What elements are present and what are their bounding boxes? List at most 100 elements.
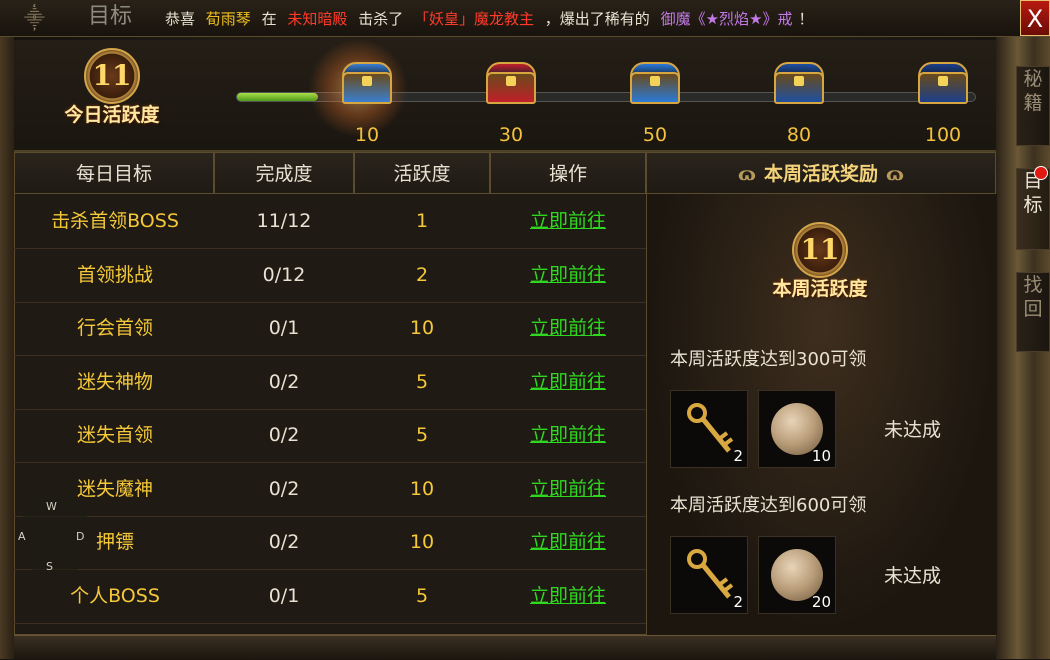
close-button[interactable]: X (1020, 0, 1050, 36)
goal-activity-points: 2 (415, 263, 429, 286)
go-now-link[interactable]: 立即前往 (490, 195, 646, 248)
bottom-frame (14, 635, 996, 660)
goal-completion: 0/2 (268, 477, 300, 500)
go-now-link[interactable]: 立即前往 (490, 516, 646, 569)
goal-activity-points: 5 (415, 370, 429, 393)
tab-recover[interactable]: 找 回 (1016, 272, 1050, 352)
reward-status: 未达成 (884, 419, 942, 441)
window-title: 目标 (88, 4, 133, 29)
header-completion: 完成度 (214, 152, 354, 194)
table-row: 迷失神物 0/2 5 立即前往 (14, 356, 646, 410)
chest-threshold-label: 80 (786, 124, 812, 146)
weekly-tier-requirement: 本周活跃度达到600可领 (670, 495, 867, 516)
weekly-activity-label: 本周活跃度 (772, 278, 868, 300)
table-row: 迷失魔神 0/2 10 立即前往 (14, 463, 646, 517)
reward-chest-icon[interactable] (484, 62, 538, 106)
reward-chest-icon[interactable] (628, 62, 682, 106)
notice-dropped: ，爆出了稀有的 (544, 10, 650, 28)
title-ornament-icon: ⸎ (24, 6, 45, 30)
goal-completion: 0/2 (268, 531, 300, 553)
go-now-link[interactable]: 立即前往 (490, 302, 646, 355)
tab-cheats[interactable]: 秘 籍 (1016, 66, 1050, 146)
goal-name: 首领挑战 (76, 263, 153, 286)
notice-end: ！ (798, 10, 814, 28)
chest-threshold-label: 10 (354, 124, 380, 146)
header-activity: 活跃度 (354, 152, 490, 194)
goal-name: 行会首领 (76, 317, 153, 339)
notice-player: 荀雨琴 (205, 10, 251, 28)
table-row: 迷失首领 0/2 5 立即前往 (14, 409, 646, 463)
reward-chest-icon[interactable] (772, 62, 826, 106)
table-row: 击杀首领BOSS 11/12 1 立即前往 (14, 195, 646, 249)
joystick-w: W (46, 500, 57, 513)
table-row: 行会首领 0/1 10 立即前往 (14, 302, 646, 356)
go-now-link[interactable]: 立即前往 (490, 249, 646, 302)
key-icon (687, 403, 734, 453)
key-icon (687, 549, 734, 599)
daily-activity-value: 11 (92, 59, 132, 92)
notice-item: 御魔《★烈焰★》戒 (660, 10, 793, 28)
tab-goals[interactable]: 目 标 (1016, 168, 1050, 250)
goal-completion: 0/1 (268, 317, 300, 339)
go-now-link[interactable]: 立即前往 (490, 463, 646, 516)
notification-dot (1034, 166, 1048, 180)
chest-threshold-label: 100 (924, 124, 962, 146)
weekly-activity-value: 11 (800, 233, 840, 266)
header-action: 操作 (490, 152, 646, 194)
tab-recover-label: 找 回 (1023, 274, 1043, 320)
goal-activity-points: 10 (409, 477, 435, 500)
goal-completion: 0/2 (268, 370, 300, 393)
activity-progress-fill (237, 93, 319, 101)
table-row: 首领挑战 0/12 2 立即前往 (14, 249, 646, 303)
go-now-link[interactable]: 立即前往 (490, 570, 646, 623)
title-bar: ⸎ 目标 恭喜 荀雨琴 在 未知暗殿 击杀了 「妖皇」魔龙教主 ，爆出了稀有的 … (0, 0, 1050, 37)
item-count: 2 (733, 593, 743, 611)
left-frame-ornament (0, 0, 14, 659)
reward-slot-orb[interactable]: 10 (758, 390, 836, 468)
joystick-s: S (46, 560, 53, 573)
title-deco-right-icon: ɷ (886, 163, 904, 185)
chest-threshold-label: 50 (642, 124, 668, 146)
reward-slot-key[interactable]: 2 (670, 390, 748, 468)
title-deco-left-icon: ɷ (738, 163, 756, 185)
goal-activity-points: 10 (409, 317, 435, 339)
goal-completion: 0/2 (268, 424, 300, 446)
notice-boss: 「妖皇」魔龙教主 (413, 10, 534, 28)
go-now-link[interactable]: 立即前往 (490, 356, 646, 409)
goal-name: 迷失神物 (76, 370, 153, 393)
goal-name: 击杀首领BOSS (51, 210, 179, 232)
weekly-reward-header: ɷ 本周活跃奖励 ɷ (646, 152, 996, 194)
joystick-a: A (18, 530, 26, 543)
daily-activity-label: 今日活跃度 (64, 104, 160, 126)
notice-killed: 击杀了 (358, 10, 404, 28)
reward-chest-icon[interactable] (916, 62, 970, 106)
daily-activity-badge: 11 今日活跃度 (62, 48, 162, 140)
joystick-d: D (76, 530, 85, 543)
notice-at: 在 (261, 10, 277, 28)
goal-activity-points: 10 (409, 531, 435, 553)
weekly-activity-badge: 11 本周活跃度 (770, 222, 870, 314)
item-count: 20 (811, 593, 831, 611)
notice-prefix: 恭喜 (165, 10, 196, 28)
weekly-tier-requirement: 本周活跃度达到300可领 (670, 349, 867, 370)
notice-place: 未知暗殿 (287, 10, 348, 28)
goal-activity-points: 5 (415, 424, 429, 446)
reward-slot-orb[interactable]: 20 (758, 536, 836, 614)
goal-name: 迷失首领 (76, 424, 153, 446)
tab-cheats-label: 秘 籍 (1023, 68, 1043, 114)
reward-status: 未达成 (884, 565, 942, 587)
weekly-reward-title: 本周活跃奖励 (763, 163, 878, 185)
header-daily-goal: 每日目标 (14, 152, 214, 194)
goal-completion: 0/1 (268, 584, 300, 607)
table-row: 个人BOSS 0/1 5 立即前往 (14, 570, 646, 624)
goal-activity-points: 1 (415, 210, 429, 232)
goal-completion: 0/12 (262, 263, 306, 286)
chest-threshold-label: 30 (498, 124, 524, 146)
reward-slot-key[interactable]: 2 (670, 536, 748, 614)
goal-activity-points: 5 (415, 584, 429, 607)
table-row: 押镖 0/2 10 立即前往 (14, 516, 646, 570)
announcement-banner: 恭喜 荀雨琴 在 未知暗殿 击杀了 「妖皇」魔龙教主 ，爆出了稀有的 御魔《★烈… (165, 8, 820, 30)
goal-completion: 11/12 (256, 210, 312, 232)
reward-chest-icon[interactable] (340, 62, 394, 106)
go-now-link[interactable]: 立即前往 (490, 409, 646, 462)
